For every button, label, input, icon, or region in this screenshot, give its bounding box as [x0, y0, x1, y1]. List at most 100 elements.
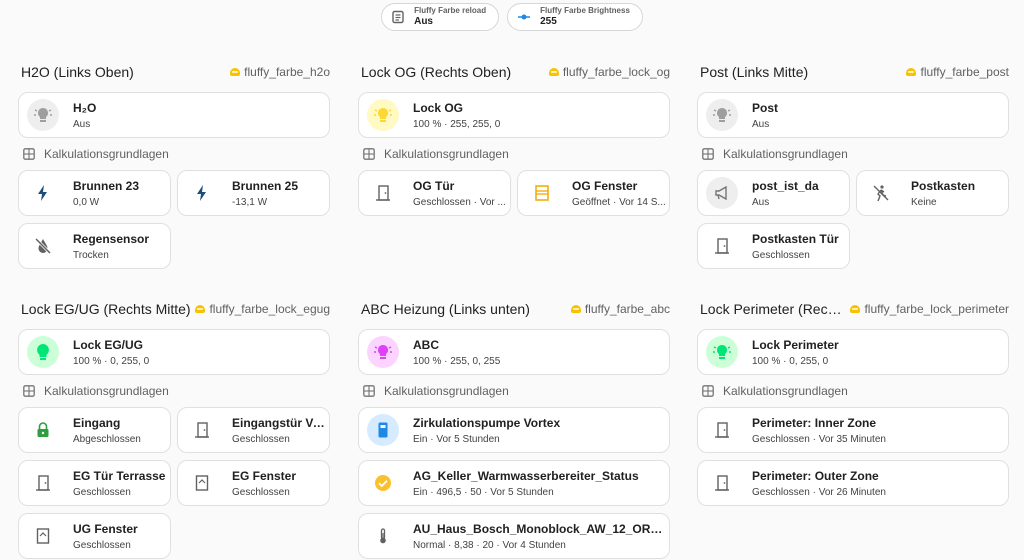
subheading-label: Kalkulationsgrundlagen [384, 147, 509, 161]
door-closed-icon [706, 414, 738, 446]
check-circle-icon [367, 467, 399, 499]
entity-state: Geöffnet · Vor 14 S... [572, 196, 666, 208]
entity-name: Brunnen 23 [73, 178, 140, 193]
entity-state: 100 % · 0, 255, 0 [752, 355, 829, 367]
door-closed-icon [186, 414, 218, 446]
entity-name: Postkasten [911, 178, 976, 193]
chip-value: Aus [414, 16, 433, 27]
entity-state: Geschlossen [73, 486, 131, 498]
area-badge-label: fluffy_farbe_abc [584, 302, 670, 316]
entity-card-post-ist-da[interactable]: post_ist_da Aus [697, 170, 850, 216]
subheading-label: Kalkulationsgrundlagen [44, 384, 169, 398]
motion-off-icon [865, 177, 897, 209]
entity-state: Geschlossen · Vor ... [413, 196, 506, 208]
chip-name: Fluffy Farbe reload [414, 6, 487, 15]
entity-state: Abgeschlossen [73, 433, 141, 445]
area-badge-label: fluffy_farbe_h2o [244, 65, 330, 79]
header-chips: Fluffy Farbe reload Aus Fluffy Farbe Bri… [0, 3, 1024, 31]
chip-value: 255 [540, 16, 557, 27]
calculator-icon [22, 384, 36, 398]
subheading: Kalkulationsgrundlagen [18, 383, 169, 399]
entity-name: OG Fenster [572, 178, 638, 193]
lightbulb-group-icon [367, 99, 399, 131]
entity-name: Lock EG/UG [73, 337, 144, 352]
entity-card-postkasten-tuer[interactable]: Postkasten Tür Geschlossen [697, 223, 850, 269]
light-card-abc[interactable]: ABC 100 % · 255, 0, 255 [358, 329, 670, 375]
entity-state: -13,1 W [232, 196, 268, 208]
light-card-lock-og[interactable]: Lock OG 100 % · 255, 255, 0 [358, 92, 670, 138]
lightbulb-group-icon [27, 99, 59, 131]
entity-card-brunnen-25[interactable]: Brunnen 25 -13,1 W [177, 170, 330, 216]
entity-state: Geschlossen [232, 486, 290, 498]
calculator-icon [701, 147, 715, 161]
chip-fluffy-farbe-reload[interactable]: Fluffy Farbe reload Aus [381, 3, 500, 31]
lightbulb-group-icon [706, 99, 738, 131]
entity-card-eingangstuer[interactable]: Eingangstür Vers... Geschlossen [177, 407, 330, 453]
entity-state: Keine [911, 196, 937, 208]
entity-card-zirkulationspumpe[interactable]: Zirkulationspumpe Vortex Ein · Vor 5 Stun… [358, 407, 670, 453]
entity-card-perimeter-inner[interactable]: Perimeter: Inner Zone Geschlossen · Vor 3… [697, 407, 1009, 453]
section-title: Post (Links Mitte) [700, 64, 809, 80]
entity-card-brunnen-23[interactable]: Brunnen 23 0,0 W [18, 170, 171, 216]
chip-name: Fluffy Farbe Brightness [540, 6, 630, 15]
entity-name: Brunnen 25 [232, 178, 299, 193]
entity-state: 100 % · 0, 255, 0 [73, 355, 150, 367]
entity-state: Geschlossen [232, 433, 290, 445]
chip-fluffy-farbe-brightness[interactable]: Fluffy Farbe Brightness 255 [507, 3, 643, 31]
light-card-h2o[interactable]: H₂O Aus [18, 92, 330, 138]
cloud-icon [230, 68, 241, 76]
subheading-label: Kalkulationsgrundlagen [723, 147, 848, 161]
subheading-label: Kalkulationsgrundlagen [44, 147, 169, 161]
entity-card-regensensor[interactable]: Regensensor Trocken [18, 223, 171, 269]
window-closed-icon [27, 520, 59, 552]
lock-icon [27, 414, 59, 446]
subheading: Kalkulationsgrundlagen [358, 146, 509, 162]
entity-name: UG Fenster [73, 521, 138, 536]
area-badge[interactable]: fluffy_farbe_lock_egug [195, 302, 330, 316]
area-badge[interactable]: fluffy_farbe_lock_perimeter [850, 302, 1009, 316]
entity-state: Geschlossen [752, 249, 810, 261]
entity-name: Post [752, 100, 779, 115]
cloud-icon [570, 305, 581, 313]
entity-state: Geschlossen · Vor 26 Minuten [752, 486, 886, 498]
entity-name: AU_Haus_Bosch_Monoblock_AW_12_OR_T_Sta..… [413, 521, 669, 536]
subheading-label: Kalkulationsgrundlagen [723, 384, 848, 398]
entity-name: EG Tür Terrasse [73, 468, 166, 483]
entity-card-ug-fenster[interactable]: UG Fenster Geschlossen [18, 513, 171, 559]
lightbulb-group-icon [706, 336, 738, 368]
cloud-icon [850, 305, 861, 313]
entity-card-bosch-monoblock[interactable]: AU_Haus_Bosch_Monoblock_AW_12_OR_T_Sta..… [358, 513, 670, 559]
entity-card-eingang[interactable]: Eingang Abgeschlossen [18, 407, 171, 453]
entity-state: 100 % · 255, 255, 0 [413, 118, 501, 130]
entity-card-eg-fenster[interactable]: EG Fenster Geschlossen [177, 460, 330, 506]
entity-card-warmwasserbereiter[interactable]: AG_Keller_Warmwasserbereiter_Status Ein ·… [358, 460, 670, 506]
door-closed-icon [27, 467, 59, 499]
area-badge-label: fluffy_farbe_lock_og [562, 65, 670, 79]
entity-card-og-fenster[interactable]: OG Fenster Geöffnet · Vor 14 S... [517, 170, 670, 216]
cloud-icon [906, 68, 917, 76]
light-card-lock-perimeter[interactable]: Lock Perimeter 100 % · 0, 255, 0 [697, 329, 1009, 375]
megaphone-icon [706, 177, 738, 209]
area-badge[interactable]: fluffy_farbe_lock_og [548, 65, 670, 79]
script-icon [390, 9, 406, 25]
entity-card-og-tuer[interactable]: OG Tür Geschlossen · Vor ... [358, 170, 511, 216]
entity-card-perimeter-outer[interactable]: Perimeter: Outer Zone Geschlossen · Vor 2… [697, 460, 1009, 506]
entity-state: 100 % · 255, 0, 255 [413, 355, 501, 367]
area-badge[interactable]: fluffy_farbe_post [906, 65, 1009, 79]
calculator-icon [362, 384, 376, 398]
flash-icon [186, 177, 218, 209]
water-off-icon [27, 230, 59, 262]
entity-name: post_ist_da [752, 178, 819, 193]
light-card-lock-egug[interactable]: Lock EG/UG 100 % · 0, 255, 0 [18, 329, 330, 375]
area-badge[interactable]: fluffy_farbe_abc [570, 302, 670, 316]
entity-card-postkasten[interactable]: Postkasten Keine [856, 170, 1009, 216]
entity-name: OG Tür [413, 178, 455, 193]
subheading-label: Kalkulationsgrundlagen [384, 384, 509, 398]
section-title: H2O (Links Oben) [21, 64, 134, 80]
entity-state: Ein · 496,5 · 50 · Vor 5 Stunden [413, 486, 554, 498]
entity-card-eg-tuer-terrasse[interactable]: EG Tür Terrasse Geschlossen [18, 460, 171, 506]
light-card-post[interactable]: Post Aus [697, 92, 1009, 138]
entity-name: Perimeter: Inner Zone [752, 415, 877, 430]
area-badge[interactable]: fluffy_farbe_h2o [230, 65, 330, 79]
entity-name: Perimeter: Outer Zone [752, 468, 879, 483]
